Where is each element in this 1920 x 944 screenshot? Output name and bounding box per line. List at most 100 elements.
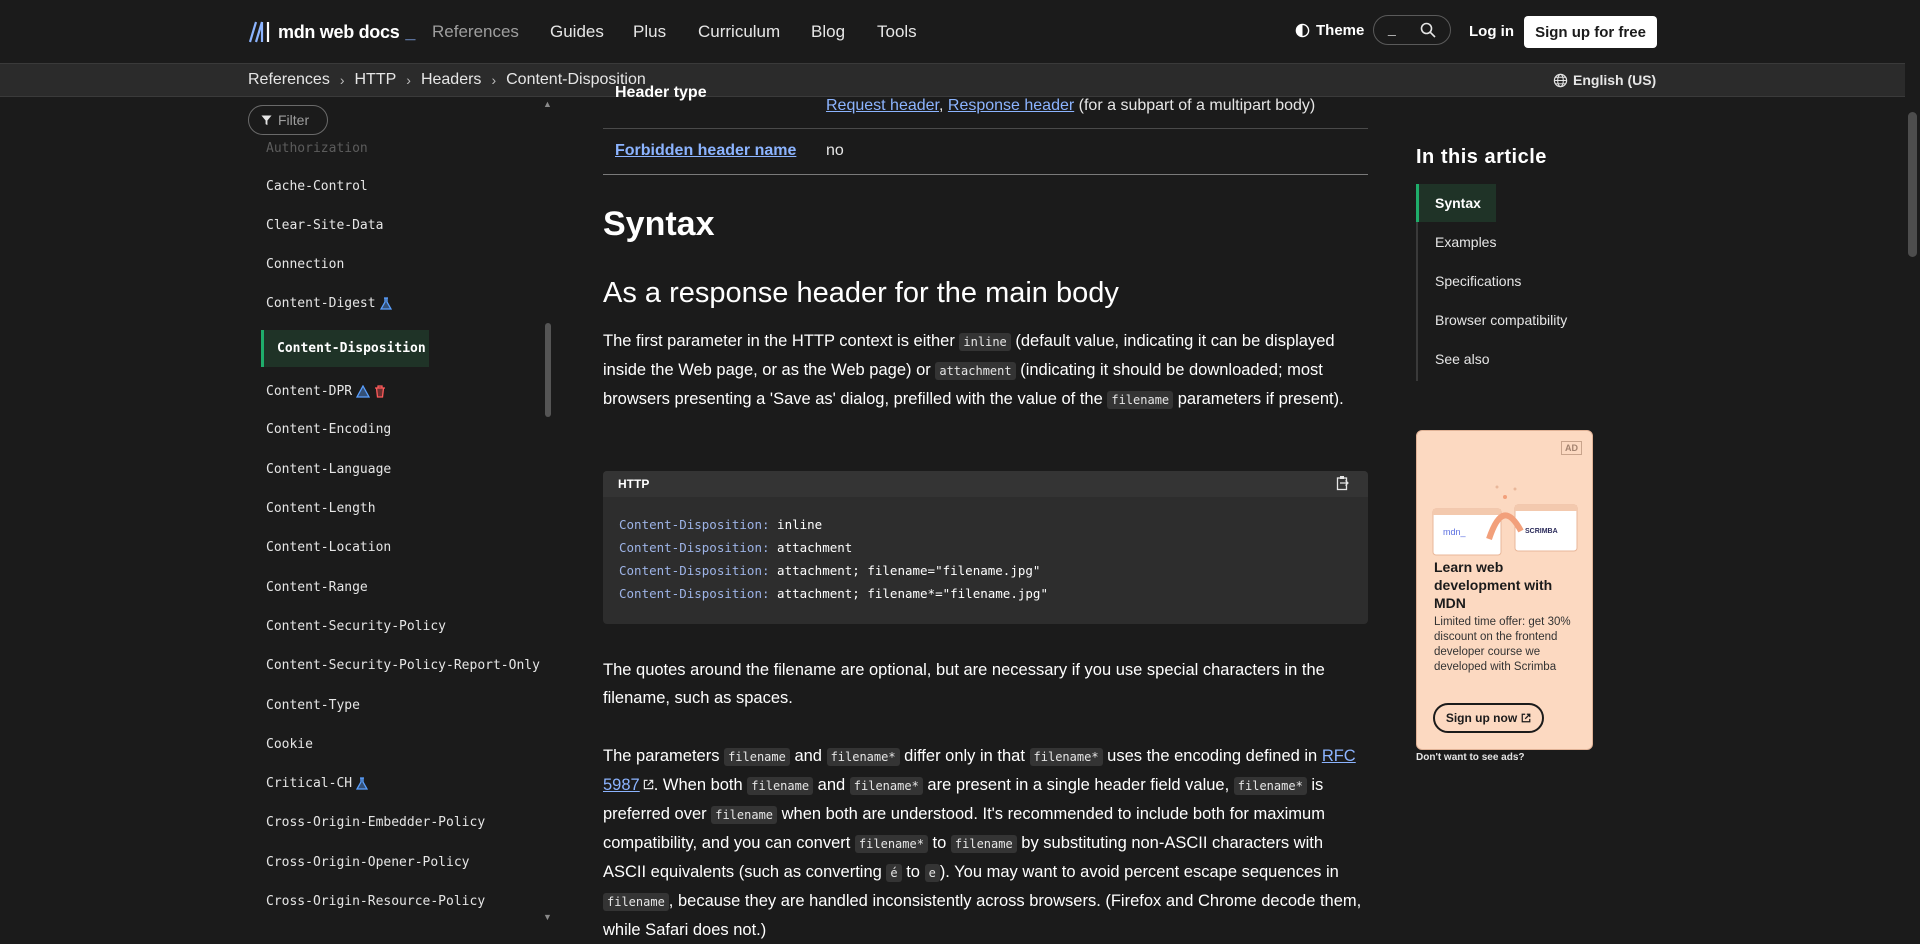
ad-headline: Learn web development with MDN (1434, 559, 1553, 611)
inline-code: filename* (849, 777, 923, 795)
filter-placeholder: Filter (278, 112, 310, 128)
sidebar-scroll-up-icon[interactable]: ▲ (543, 99, 552, 109)
ad-signup-button[interactable]: Sign up now (1433, 703, 1544, 733)
inline-code: filename (950, 835, 1017, 853)
chevron-right-icon: › (491, 72, 497, 88)
sidebar-item-content-dpr[interactable]: Content-DPR (266, 384, 386, 399)
response-header-link[interactable]: Response header (948, 97, 1074, 114)
ad-art-right-text: SCRIMBA (1525, 528, 1558, 535)
paragraph-parameters: The parameters filename and filename* di… (603, 742, 1368, 944)
sidebar-scrollbar[interactable] (545, 323, 551, 417)
text: ). You may want to avoid percent escape … (939, 863, 1339, 881)
sidebar-item-content-digest[interactable]: Content-Digest (266, 296, 392, 311)
subsection-heading: As a response header for the main body (603, 277, 1119, 309)
sidebar-item-clear-site-data[interactable]: Clear-Site-Data (266, 218, 383, 233)
code-example: HTTP Content-Disposition: inline Content… (603, 471, 1368, 624)
table-of-contents: In this article Syntax Examples Specific… (1416, 146, 1646, 381)
sidebar-item-content-length[interactable]: Content-Length (266, 501, 376, 516)
breadcrumb-http[interactable]: HTTP (355, 71, 397, 89)
forbidden-header-name-link[interactable]: Forbidden header name (615, 142, 796, 160)
text: and (789, 747, 827, 765)
sidebar-item-content-location[interactable]: Content-Location (266, 540, 391, 555)
breadcrumb-references[interactable]: References (248, 71, 330, 89)
toc-item-examples[interactable]: Examples (1435, 234, 1496, 250)
breadcrumb-bar: References › HTTP › Headers › Content-Di… (0, 64, 1905, 97)
comma: , (938, 97, 944, 114)
toc-item-browser-compatibility[interactable]: Browser compatibility (1435, 312, 1567, 328)
sidebar-item-content-type[interactable]: Content-Type (266, 698, 360, 713)
nav-blog[interactable]: Blog (811, 22, 845, 42)
sidebar-item-cache-control[interactable]: Cache-Control (266, 179, 368, 194)
sidebar-item-authorization[interactable]: Authorization (266, 141, 368, 156)
sidebar-item-connection[interactable]: Connection (266, 257, 344, 272)
text: are present in a single header field val… (922, 776, 1234, 794)
sidebar-item-corp[interactable]: Cross-Origin-Resource-Policy (266, 894, 485, 909)
breadcrumb-headers[interactable]: Headers (421, 71, 481, 89)
code-key: Content-Disposition: (619, 563, 770, 578)
table-cell-header-type: Request header, Response header (for a s… (826, 97, 1315, 115)
login-link[interactable]: Log in (1469, 23, 1514, 40)
text: . When both (653, 776, 748, 794)
section-heading-syntax: Syntax (603, 205, 715, 243)
toc-title: In this article (1416, 146, 1547, 168)
sidebar-item-csp-report-only[interactable]: Content-Security-Policy-Report-Only (266, 658, 540, 673)
inline-code: filename* (854, 835, 928, 853)
code-key: Content-Disposition: (619, 517, 770, 532)
sidebar-item-content-range[interactable]: Content-Range (266, 580, 368, 595)
search-icon (1420, 22, 1436, 38)
code-value: attachment (769, 540, 853, 555)
ad-badge: AD (1561, 441, 1582, 455)
language-label: English (US) (1573, 72, 1657, 88)
inline-code: filename* (826, 748, 900, 766)
nav-plus[interactable]: Plus (633, 22, 666, 42)
table-row: Forbidden header name no (603, 129, 1368, 175)
code-key: Content-Disposition: (619, 540, 770, 555)
toc-item-syntax[interactable]: Syntax (1435, 195, 1481, 211)
inline-code: filename* (1233, 777, 1307, 795)
page-scrollbar-thumb[interactable] (1908, 112, 1917, 257)
ad-button-label: Sign up now (1445, 711, 1518, 725)
copy-icon[interactable] (1336, 475, 1350, 491)
mdn-logo[interactable]: mdn web docs _ (248, 18, 415, 46)
inline-code: filename* (1029, 748, 1103, 766)
sidebar: Filter Authorization Cache-Control Clear… (248, 97, 558, 927)
external-link-icon (643, 779, 653, 790)
nav-tools[interactable]: Tools (877, 22, 917, 42)
text: and (813, 776, 850, 794)
sidebar-item-content-encoding[interactable]: Content-Encoding (266, 422, 391, 437)
code-value: inline (769, 517, 823, 532)
code-line: Content-Disposition: attachment; filenam… (619, 563, 1040, 578)
inline-code: filename (603, 893, 669, 911)
sidebar-item-coop[interactable]: Cross-Origin-Opener-Policy (266, 855, 470, 870)
sidebar-item-content-disposition[interactable]: Content-Disposition (261, 330, 429, 367)
sidebar-scroll-down-icon[interactable]: ▼ (543, 912, 552, 922)
request-header-link[interactable]: Request header (826, 97, 939, 114)
no-ads-link[interactable]: Don't want to see ads? (1416, 752, 1525, 763)
table-row: Header type Request header, Response hea… (603, 84, 1368, 129)
sidebar-item-content-language[interactable]: Content-Language (266, 462, 391, 477)
sidebar-item-cookie[interactable]: Cookie (266, 737, 313, 752)
toc-item-specifications[interactable]: Specifications (1435, 273, 1521, 289)
theme-button[interactable]: Theme (1295, 22, 1364, 39)
filter-icon (261, 114, 272, 125)
signup-button[interactable]: Sign up for free (1524, 16, 1657, 48)
code-line: Content-Disposition: attachment; filenam… (619, 586, 1048, 601)
inline-code: filename (1107, 391, 1174, 409)
toc-item-see-also[interactable]: See also (1435, 351, 1489, 367)
nav-curriculum[interactable]: Curriculum (698, 22, 780, 42)
sidebar-item-coep[interactable]: Cross-Origin-Embedder-Policy (266, 815, 485, 830)
search-input[interactable]: _ (1373, 15, 1451, 45)
table-cell-forbidden: no (826, 142, 844, 159)
sidebar-item-critical-ch[interactable]: Critical-CH (266, 776, 369, 791)
filter-input[interactable]: Filter (248, 105, 328, 135)
nav-references[interactable]: References (432, 22, 519, 42)
sidebar-item-csp[interactable]: Content-Security-Policy (266, 619, 446, 634)
breadcrumb: References › HTTP › Headers › Content-Di… (248, 71, 646, 89)
top-navigation: mdn web docs _ References Guides Plus Cu… (0, 0, 1905, 64)
deprecated-icon (375, 385, 386, 398)
nav-guides[interactable]: Guides (550, 22, 604, 42)
code-value: attachment; filename="filename.jpg" (769, 563, 1041, 578)
advertisement[interactable]: AD mdn_ SCRIMBA Learn web development wi… (1416, 430, 1593, 750)
language-switcher[interactable]: English (US) (1553, 72, 1656, 88)
paragraph-first-parameter: The first parameter in the HTTP context … (603, 327, 1368, 414)
